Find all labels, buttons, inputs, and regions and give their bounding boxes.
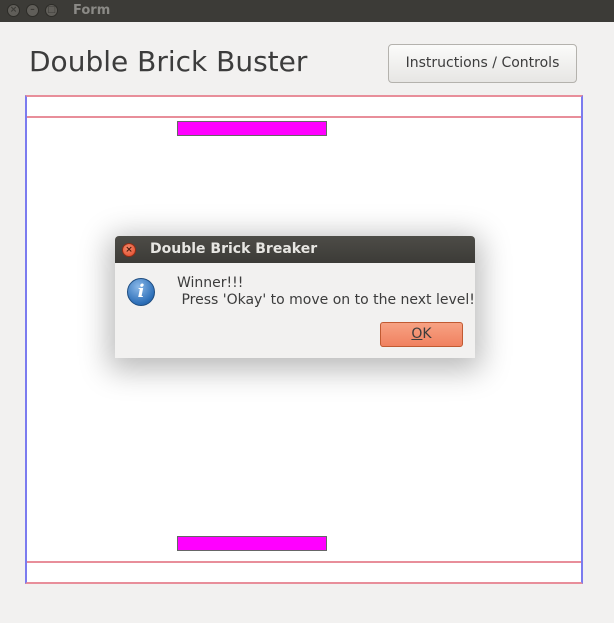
top-boundary-line <box>27 116 581 118</box>
dialog-close-icon[interactable]: × <box>122 243 136 257</box>
window-titlebar: × – □ Form <box>0 0 614 22</box>
app-title: Double Brick Buster <box>29 45 308 78</box>
bottom-boundary-line <box>27 561 581 563</box>
dialog-titlebar: × Double Brick Breaker <box>115 236 475 263</box>
bottom-paddle <box>177 536 327 551</box>
ok-mnemonic: O <box>411 326 423 342</box>
winner-dialog: × Double Brick Breaker i Winner!!! Press… <box>115 236 475 358</box>
window-title: Form <box>73 3 111 18</box>
top-paddle <box>177 121 327 136</box>
ok-button[interactable]: OK <box>380 322 463 347</box>
window-minimize-icon[interactable]: – <box>26 4 39 17</box>
ok-label-rest: K <box>422 326 432 342</box>
dialog-message-line2: Press 'Okay' to move on to the next leve… <box>177 292 475 308</box>
instructions-controls-button[interactable]: Instructions / Controls <box>388 44 577 83</box>
info-icon: i <box>127 278 155 306</box>
window-maximize-icon[interactable]: □ <box>45 4 58 17</box>
dialog-title: Double Brick Breaker <box>150 241 318 257</box>
dialog-message-line1: Winner!!! <box>177 275 244 291</box>
window-close-icon[interactable]: × <box>7 4 20 17</box>
